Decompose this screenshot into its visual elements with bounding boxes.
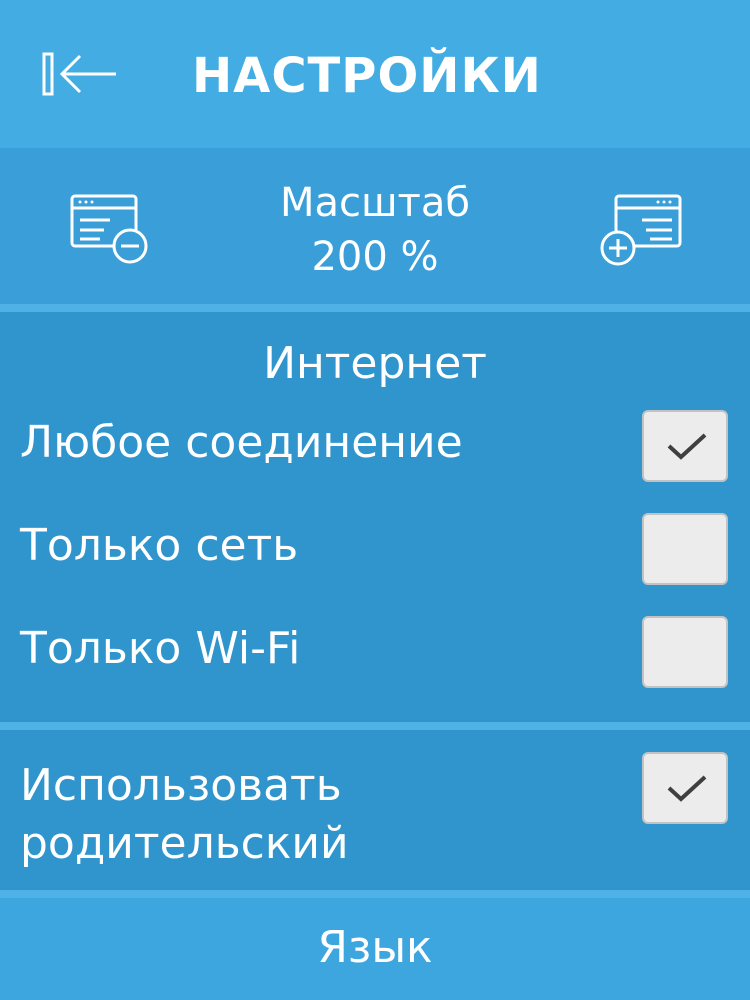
checkmark-icon bbox=[667, 775, 707, 802]
internet-section-title: Интернет bbox=[263, 338, 487, 389]
divider bbox=[0, 722, 750, 730]
zoom-in-icon bbox=[600, 194, 682, 266]
parental-checkbox[interactable] bbox=[642, 752, 728, 824]
back-arrow-icon bbox=[42, 52, 116, 96]
any-connection-checkbox[interactable] bbox=[642, 410, 728, 482]
language-section[interactable]: Язык bbox=[0, 898, 750, 1000]
divider bbox=[0, 890, 750, 898]
zoom-in-button[interactable] bbox=[596, 192, 686, 272]
option-label-wifi-only: Только Wi-Fi bbox=[20, 623, 301, 674]
network-only-checkbox[interactable] bbox=[642, 513, 728, 585]
checkmark-icon bbox=[667, 433, 707, 460]
page-title: НАСТРОЙКИ bbox=[192, 48, 542, 104]
header-bar: НАСТРОЙКИ bbox=[0, 0, 750, 148]
divider bbox=[0, 304, 750, 312]
zoom-panel: Масштаб 200 % bbox=[0, 148, 750, 304]
parental-label-line1: Использовать bbox=[20, 760, 342, 811]
language-title: Язык bbox=[317, 922, 433, 973]
wifi-only-checkbox[interactable] bbox=[642, 616, 728, 688]
option-label-network-only: Только сеть bbox=[20, 520, 299, 571]
parental-label-line2: родительский bbox=[20, 818, 349, 869]
back-button[interactable] bbox=[36, 46, 120, 102]
option-label-any-connection: Любое соединение bbox=[20, 417, 463, 468]
